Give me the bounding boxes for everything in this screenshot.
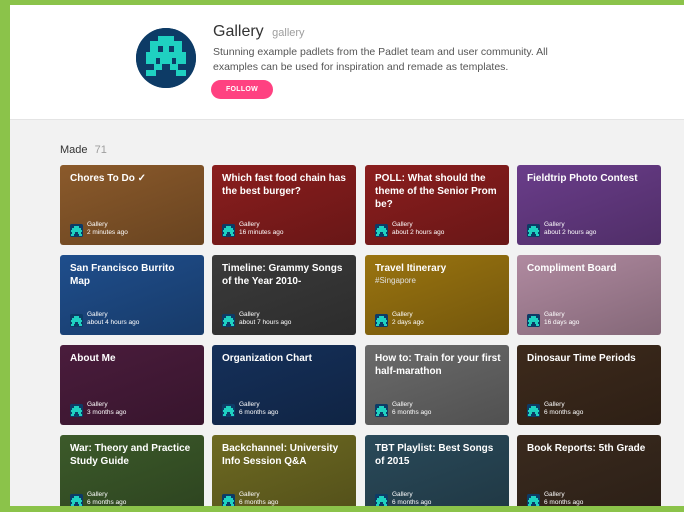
card-timestamp: 6 months ago — [239, 499, 279, 506]
card-author: Gallery — [544, 401, 565, 408]
padlet-card[interactable]: San Francisco Burrito Map Gallery about 4 … — [60, 255, 204, 335]
follow-button[interactable]: FOLLOW — [211, 80, 273, 99]
card-timestamp: 6 months ago — [392, 499, 432, 506]
card-timestamp: 16 days ago — [544, 319, 580, 326]
card-author: Gallery — [544, 311, 565, 318]
title-row: Gallery gallery — [213, 23, 305, 41]
card-title: Compliment Board — [527, 263, 617, 274]
padlet-card[interactable]: How to: Train for your first half-marath… — [365, 345, 509, 425]
padlet-card[interactable]: Fieldtrip Photo Contest Gallery about 2 ho… — [517, 165, 661, 245]
gallery-page: Gallery gallery Stunning example padlets… — [0, 0, 684, 512]
card-timestamp: 6 months ago — [87, 499, 127, 506]
card-timestamp: 16 minutes ago — [239, 229, 284, 236]
gallery-avatar[interactable] — [136, 28, 196, 88]
author-avatar-icon — [222, 224, 235, 237]
author-avatar-icon — [527, 494, 540, 506]
card-author: Gallery — [392, 311, 413, 318]
padlet-card[interactable]: Book Reports: 5th Grade Gallery 6 months a… — [517, 435, 661, 506]
card-title: Backchannel: University Info Session Q&A — [222, 443, 339, 467]
card-author: Gallery — [87, 491, 108, 498]
card-author: Gallery — [87, 311, 108, 318]
author-avatar-icon — [527, 404, 540, 417]
card-timestamp: 6 months ago — [239, 409, 279, 416]
card-title: Book Reports: 5th Grade — [527, 443, 646, 454]
author-avatar-icon — [222, 404, 235, 417]
padlet-card[interactable]: Timeline: Grammy Songs of the Year 2010-… — [212, 255, 356, 335]
padlet-card[interactable]: Dinosaur Time Periods Gallery 6 months ago — [517, 345, 661, 425]
card-title: POLL: What should the theme of the Senio… — [375, 173, 497, 210]
padlet-card[interactable]: POLL: What should the theme of the Senio… — [365, 165, 509, 245]
author-avatar-icon — [375, 494, 388, 506]
made-label: Made — [60, 144, 88, 156]
card-author: Gallery — [239, 401, 260, 408]
card-timestamp: about 2 hours ago — [392, 229, 445, 236]
padlet-card[interactable]: Which fast food chain has the best burge… — [212, 165, 356, 245]
card-timestamp: 3 months ago — [87, 409, 127, 416]
card-title: Which fast food chain has the best burge… — [222, 173, 346, 197]
card-author: Gallery — [239, 311, 260, 318]
card-timestamp: 2 minutes ago — [87, 229, 128, 236]
card-author: Gallery — [392, 401, 413, 408]
card-title: Chores To Do ✓ — [70, 173, 146, 184]
made-count: 71 — [94, 144, 107, 156]
padlet-card[interactable]: Organization Chart Gallery 6 months ago — [212, 345, 356, 425]
card-timestamp: 6 months ago — [392, 409, 432, 416]
card-title: War: Theory and Practice Study Guide — [70, 443, 191, 467]
profile-header: Gallery gallery Stunning example padlets… — [10, 5, 684, 120]
padlet-card[interactable]: Backchannel: University Info Session Q&A… — [212, 435, 356, 506]
card-author: Gallery — [392, 491, 413, 498]
card-timestamp: 6 months ago — [544, 499, 584, 506]
author-avatar-icon — [222, 314, 235, 327]
card-title: Fieldtrip Photo Contest — [527, 173, 638, 184]
card-author: Gallery — [87, 401, 108, 408]
profile-description: Stunning example padlets from the Padlet… — [213, 46, 548, 73]
author-avatar-icon — [527, 314, 540, 327]
author-avatar-icon — [375, 314, 388, 327]
padlet-card[interactable]: War: Theory and Practice Study Guide Gall… — [60, 435, 204, 506]
padlet-card[interactable]: Travel Itinerary #Singapore Gallery 2 days … — [365, 255, 509, 335]
card-title: Dinosaur Time Periods — [527, 353, 636, 364]
made-section-label: Made 71 — [60, 144, 107, 156]
page-title: Gallery — [213, 23, 264, 40]
padlet-card[interactable]: Compliment Board Gallery 16 days ago — [517, 255, 661, 335]
card-title: TBT Playlist: Best Songs of 2015 — [375, 443, 494, 467]
author-avatar-icon — [222, 494, 235, 506]
author-avatar-icon — [70, 494, 83, 506]
card-author: Gallery — [87, 221, 108, 228]
author-avatar-icon — [375, 224, 388, 237]
card-timestamp: about 7 hours ago — [239, 319, 292, 326]
card-author: Gallery — [392, 221, 413, 228]
padlet-card[interactable]: TBT Playlist: Best Songs of 2015 Gallery 6… — [365, 435, 509, 506]
card-author: Gallery — [239, 491, 260, 498]
card-title: About Me — [70, 353, 116, 364]
card-author: Gallery — [544, 491, 565, 498]
card-title: Organization Chart — [222, 353, 313, 364]
card-title: How to: Train for your first half-marath… — [375, 353, 501, 377]
author-avatar-icon — [527, 224, 540, 237]
card-title: Timeline: Grammy Songs of the Year 2010- — [222, 263, 343, 287]
card-timestamp: 6 months ago — [544, 409, 584, 416]
pixel-invader-icon — [136, 28, 196, 88]
card-timestamp: 2 days ago — [392, 319, 424, 326]
padlet-card[interactable]: Chores To Do ✓ Gallery 2 minutes ago — [60, 165, 204, 245]
author-avatar-icon — [70, 224, 83, 237]
author-avatar-icon — [70, 404, 83, 417]
card-timestamp: about 2 hours ago — [544, 229, 597, 236]
card-title: San Francisco Burrito Map — [70, 263, 175, 287]
card-subtitle: #Singapore — [375, 276, 416, 285]
author-avatar-icon — [375, 404, 388, 417]
card-author: Gallery — [544, 221, 565, 228]
card-author: Gallery — [239, 221, 260, 228]
card-title: Travel Itinerary — [375, 263, 447, 274]
username-handle: gallery — [272, 27, 305, 39]
padlet-card[interactable]: About Me Gallery 3 months ago — [60, 345, 204, 425]
author-avatar-icon — [70, 314, 83, 327]
card-timestamp: about 4 hours ago — [87, 319, 140, 326]
